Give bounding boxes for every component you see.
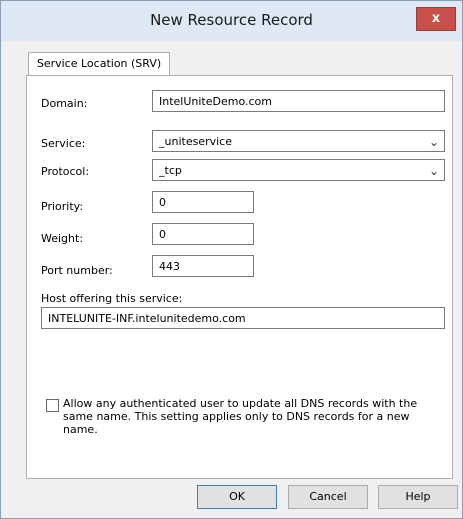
port-number-label: Port number: [41, 264, 113, 277]
chevron-down-icon: ⌄ [428, 164, 439, 178]
close-icon: x [431, 11, 441, 26]
cancel-button-label: Cancel [309, 490, 347, 503]
dialog-title: New Resource Record [150, 11, 313, 29]
weight-value: 0 [159, 228, 166, 241]
host-offering-label: Host offering this service: [41, 292, 183, 305]
weight-input[interactable]: 0 [152, 223, 254, 245]
help-button[interactable]: Help [378, 485, 458, 509]
new-resource-record-dialog: New Resource Record x Service Location (… [0, 0, 463, 519]
priority-value: 0 [159, 196, 166, 209]
protocol-label: Protocol: [41, 165, 90, 178]
title-bar[interactable]: New Resource Record x [1, 1, 462, 41]
port-number-value: 443 [159, 260, 180, 273]
protocol-select[interactable]: _tcp ⌄ [152, 159, 445, 181]
help-button-label: Help [405, 490, 431, 503]
allow-update-label[interactable]: Allow any authenticated user to update a… [63, 397, 443, 436]
port-number-input[interactable]: 443 [152, 255, 254, 277]
chevron-down-icon: ⌄ [428, 135, 439, 149]
weight-label: Weight: [41, 232, 84, 245]
host-offering-input[interactable]: INTELUNITE-INF.intelunitedemo.com [41, 307, 445, 329]
domain-label: Domain: [41, 97, 88, 110]
priority-input[interactable]: 0 [152, 191, 254, 213]
service-label: Service: [41, 137, 86, 150]
tab-service-location-srv[interactable]: Service Location (SRV) [28, 52, 170, 77]
domain-value: IntelUniteDemo.com [159, 95, 272, 108]
cancel-button[interactable]: Cancel [288, 485, 368, 509]
close-button[interactable]: x [416, 7, 456, 31]
ok-button[interactable]: OK [197, 485, 277, 509]
host-offering-value: INTELUNITE-INF.intelunitedemo.com [48, 312, 246, 325]
tab-label: Service Location (SRV) [36, 57, 162, 70]
allow-update-checkbox[interactable] [46, 399, 59, 412]
service-select[interactable]: _uniteservice ⌄ [152, 130, 445, 152]
priority-label: Priority: [41, 200, 84, 213]
service-value: _uniteservice [159, 135, 232, 148]
domain-input[interactable]: IntelUniteDemo.com [152, 90, 445, 112]
protocol-value: _tcp [159, 164, 182, 177]
ok-button-label: OK [229, 490, 245, 503]
